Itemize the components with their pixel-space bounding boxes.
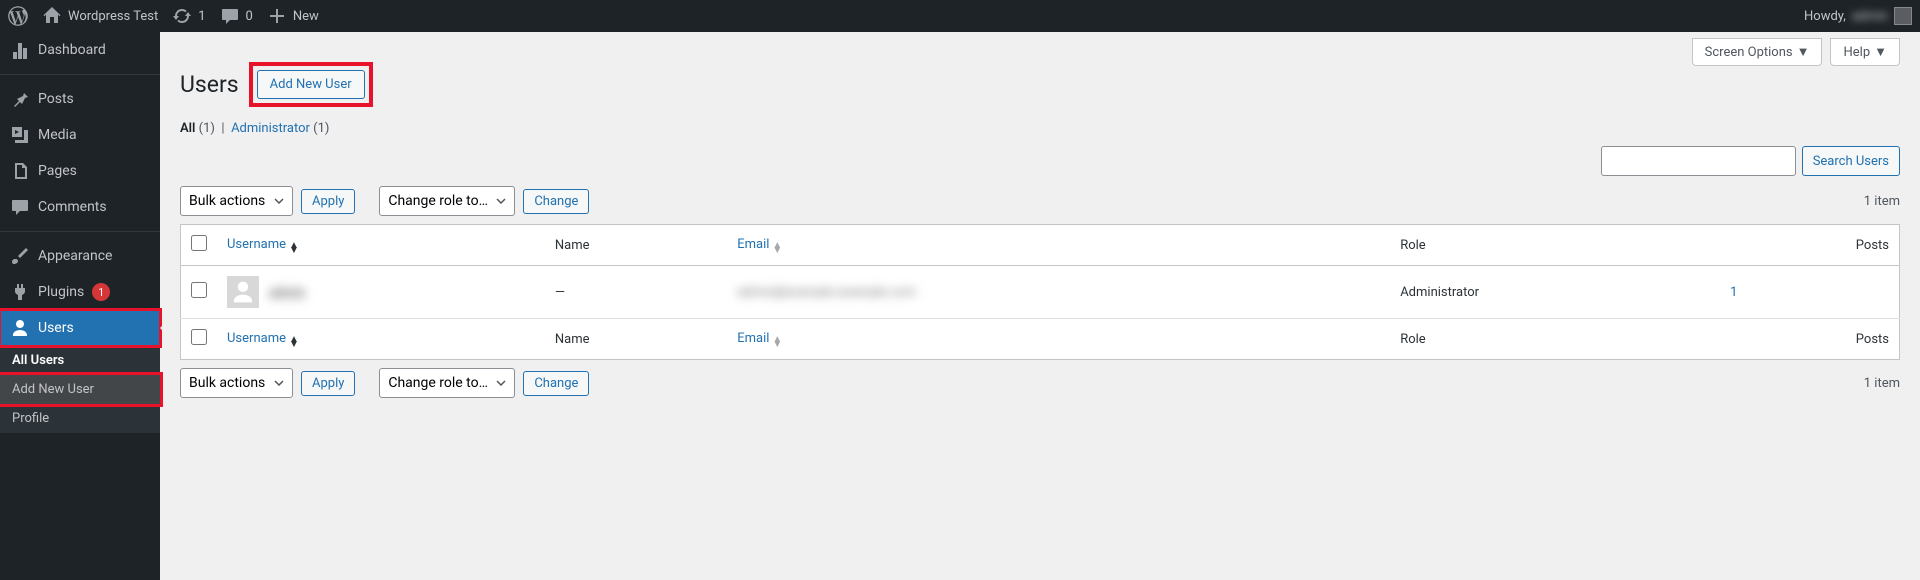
sort-icon: ▲▼ — [772, 337, 782, 347]
caret-down-icon: ▼ — [1874, 44, 1887, 60]
item-count: 1 item — [1864, 194, 1900, 209]
filter-all[interactable]: All — [180, 121, 195, 136]
site-name: Wordpress Test — [68, 9, 158, 24]
sidebar-item-appearance[interactable]: Appearance — [0, 238, 160, 274]
comments-icon — [10, 197, 30, 217]
filter-all-count: (1) — [199, 121, 215, 136]
account-link[interactable]: Howdy, admin — [1804, 7, 1912, 25]
updates-count: 1 — [198, 9, 205, 24]
bulk-actions-select-bottom[interactable]: Bulk actions — [180, 368, 293, 398]
pin-icon — [10, 89, 30, 109]
sidebar-item-comments[interactable]: Comments — [0, 189, 160, 225]
user-icon — [10, 318, 30, 338]
col-name: Name — [545, 319, 727, 360]
new-label: New — [293, 9, 319, 24]
select-all-checkbox[interactable] — [191, 235, 207, 251]
bulk-actions-select[interactable]: Bulk actions — [180, 186, 293, 216]
admin-bar: Wordpress Test 1 0 New Howdy, admin — [0, 0, 1920, 32]
row-name: — — [545, 266, 727, 319]
wordpress-icon — [8, 6, 28, 26]
change-role-select-bottom[interactable]: Change role to… — [379, 368, 515, 398]
col-role: Role — [1390, 225, 1720, 266]
content-area: Screen Options ▼ Help ▼ Users Add New Us… — [160, 32, 1920, 426]
submenu-add-new-user[interactable]: Add New User — [0, 375, 160, 404]
item-count-bottom: 1 item — [1864, 376, 1900, 391]
caret-down-icon: ▼ — [1797, 44, 1810, 60]
screen-options-tab[interactable]: Screen Options ▼ — [1692, 38, 1823, 66]
sidebar-label: Pages — [38, 163, 77, 179]
change-role-button[interactable]: Change — [523, 189, 589, 214]
sidebar-label: Dashboard — [38, 42, 106, 58]
submenu-profile[interactable]: Profile — [0, 404, 160, 433]
sort-icon: ▲▼ — [289, 337, 299, 347]
row-posts-link[interactable]: 1 — [1730, 285, 1737, 300]
col-posts: Posts — [1720, 319, 1899, 360]
sidebar-label: Users — [38, 320, 74, 336]
new-content-link[interactable]: New — [267, 6, 319, 26]
greeting-username: admin — [1852, 9, 1888, 24]
col-username[interactable]: Username — [227, 237, 286, 252]
plugins-badge: 1 — [92, 283, 110, 301]
username-link[interactable]: admin — [269, 285, 305, 300]
sort-icon: ▲▼ — [289, 243, 299, 253]
help-tab[interactable]: Help ▼ — [1830, 38, 1900, 66]
select-all-checkbox-bottom[interactable] — [191, 329, 207, 345]
plugin-icon — [10, 282, 30, 302]
avatar-icon — [1894, 7, 1912, 25]
site-name-link[interactable]: Wordpress Test — [42, 6, 158, 26]
brush-icon — [10, 246, 30, 266]
plus-icon — [267, 6, 287, 26]
change-role-select[interactable]: Change role to… — [379, 186, 515, 216]
sidebar-item-posts[interactable]: Posts — [0, 81, 160, 117]
admin-sidebar: Dashboard Posts Media Pages Comments App… — [0, 32, 160, 580]
row-email[interactable]: admin@example.example.com — [737, 285, 916, 300]
comment-count: 0 — [246, 9, 253, 24]
bulk-apply-button-bottom[interactable]: Apply — [301, 371, 355, 396]
add-new-user-button[interactable]: Add New User — [257, 70, 365, 99]
search-users-button[interactable]: Search Users — [1802, 146, 1900, 176]
dashboard-icon — [10, 40, 30, 60]
col-posts: Posts — [1720, 225, 1899, 266]
pages-icon — [10, 161, 30, 181]
search-users-input[interactable] — [1601, 146, 1796, 176]
update-icon — [172, 6, 192, 26]
filter-admin-count: (1) — [313, 121, 329, 136]
page-title: Users — [180, 71, 239, 98]
add-new-highlight: Add New User — [249, 62, 373, 107]
media-icon — [10, 125, 30, 145]
role-filter-links: All (1) | Administrator (1) — [180, 121, 1900, 136]
sidebar-label: Media — [38, 127, 77, 143]
sidebar-label: Plugins — [38, 284, 84, 300]
avatar-icon — [227, 276, 259, 308]
comments-link[interactable]: 0 — [220, 6, 253, 26]
col-role: Role — [1390, 319, 1720, 360]
sidebar-item-media[interactable]: Media — [0, 117, 160, 153]
wp-logo[interactable] — [8, 6, 28, 26]
users-table: Username▲▼ Name Email▲▼ Role Posts admin… — [180, 224, 1900, 360]
filter-administrator[interactable]: Administrator — [231, 121, 310, 136]
bulk-apply-button[interactable]: Apply — [301, 189, 355, 214]
sidebar-label: Posts — [38, 91, 74, 107]
sidebar-item-pages[interactable]: Pages — [0, 153, 160, 189]
sidebar-item-plugins[interactable]: Plugins 1 — [0, 274, 160, 310]
change-role-button-bottom[interactable]: Change — [523, 371, 589, 396]
comment-icon — [220, 6, 240, 26]
home-icon — [42, 6, 62, 26]
table-row: admin — admin@example.example.com Admini… — [181, 266, 1900, 319]
col-email[interactable]: Email — [737, 237, 769, 252]
sidebar-label: Comments — [38, 199, 107, 215]
row-role: Administrator — [1390, 266, 1720, 319]
updates-link[interactable]: 1 — [172, 6, 205, 26]
sort-icon: ▲▼ — [772, 243, 782, 253]
col-name: Name — [545, 225, 727, 266]
sidebar-item-dashboard[interactable]: Dashboard — [0, 32, 160, 68]
sidebar-item-users[interactable]: Users — [0, 310, 160, 346]
row-checkbox[interactable] — [191, 282, 207, 298]
greeting: Howdy, — [1804, 9, 1846, 24]
users-submenu: All Users Add New User Profile — [0, 346, 160, 433]
col-username[interactable]: Username — [227, 331, 286, 346]
submenu-all-users[interactable]: All Users — [0, 346, 160, 375]
col-email[interactable]: Email — [737, 331, 769, 346]
sidebar-label: Appearance — [38, 248, 112, 264]
